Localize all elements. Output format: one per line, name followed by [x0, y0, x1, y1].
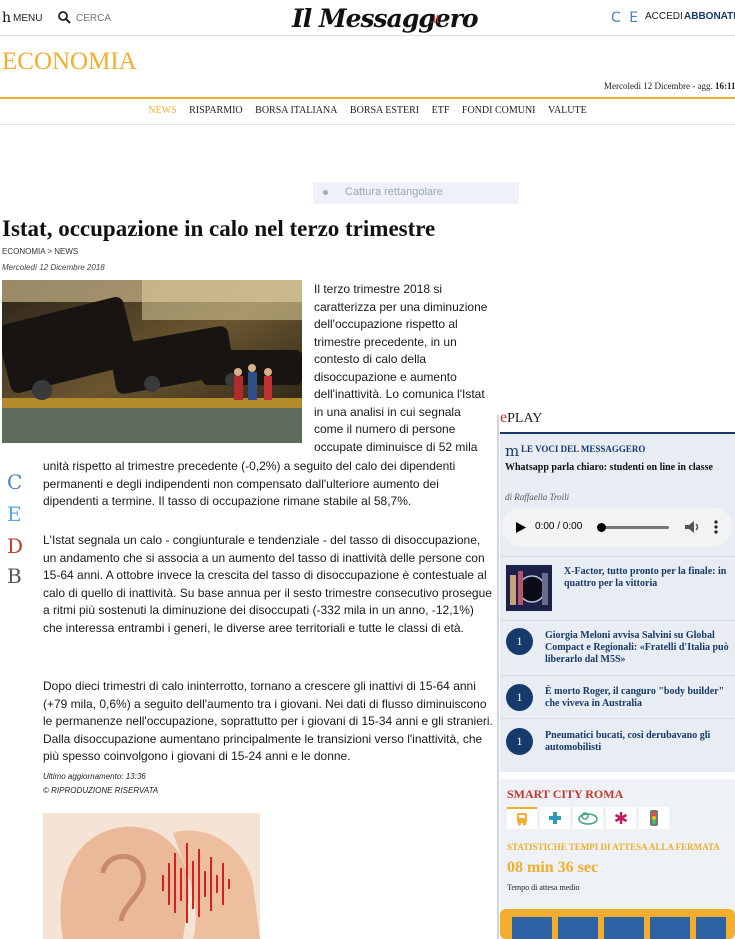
news-badge: 1 — [506, 728, 533, 755]
sidebar-divider — [497, 415, 499, 939]
play-icon[interactable] — [516, 522, 526, 533]
news-thumbnail-xfactor[interactable] — [506, 565, 552, 611]
volume-icon[interactable] — [684, 520, 700, 534]
news-separator — [500, 718, 735, 719]
section-rule — [0, 97, 735, 99]
news-separator — [500, 556, 735, 557]
audio-progress-handle[interactable] — [597, 523, 606, 532]
voci-icon: m — [505, 442, 520, 460]
bus-illustration — [500, 905, 735, 939]
news-item-text[interactable]: Pneumatici bucati, così derubavano gli a… — [545, 730, 732, 754]
news-badge: 1 — [506, 628, 533, 655]
news-separator — [500, 620, 735, 621]
article-date: Mercoledì 12 Dicembre 2018 — [2, 263, 105, 272]
eplay-label: PLAY — [507, 411, 543, 426]
voci-panel: m LE VOCI DEL MESSAGGERO Whatsapp parla … — [500, 432, 735, 772]
eplay-header[interactable]: ePLAY — [500, 409, 542, 427]
breadcrumb[interactable]: ECONOMIA > NEWS — [2, 247, 78, 256]
audio-time: 0:00 / 0:00 — [535, 521, 583, 532]
article-title: Istat, occupazione in calo nel terzo tri… — [2, 216, 436, 241]
site-logo-suffix: .it — [430, 12, 440, 26]
login-link[interactable]: ACCEDI — [645, 11, 683, 22]
news-separator — [500, 675, 735, 676]
article-paragraph-3: Dopo dieci trimestri di calo ininterrott… — [43, 679, 493, 763]
menu-icon[interactable]: h — [2, 10, 11, 26]
voci-headline[interactable]: Whatsapp parla chiaro: studenti on line … — [505, 462, 730, 474]
news-badge: 1 — [506, 684, 533, 711]
co2-icon[interactable] — [573, 807, 603, 829]
subscribe-link[interactable]: ABBONATI — [684, 11, 735, 22]
copyright: © RIPRODUZIONE RISERVATA — [43, 786, 159, 795]
news-item-text[interactable]: Giorgia Meloni avvisa Salvini su Global … — [545, 630, 732, 666]
nav-item-borsa-italiana[interactable]: BORSA ITALIANA — [255, 105, 337, 116]
article-photo-factory[interactable] — [2, 280, 302, 443]
article-paragraph-1-bottom: unità rispetto al trimestre precedente (… — [43, 459, 456, 508]
wait-time: 08 min 36 sec — [507, 859, 599, 876]
site-logo[interactable]: Il Messaggero — [292, 4, 479, 33]
nav-item-etf[interactable]: ETF — [432, 105, 450, 116]
smart-city-tabs — [507, 807, 672, 829]
traffic-light-icon[interactable] — [639, 807, 669, 829]
article-paragraph-1-top: Il terzo trimestre 2018 si caratterizza … — [314, 282, 488, 454]
smart-city-panel: SMART CITY ROMA STATISTICHE TEMPI DI ATT… — [500, 779, 735, 939]
stats-label: STATISTICHE TEMPI DI ATTESA ALLA FERMATA — [507, 842, 720, 852]
article-photo-hearing[interactable] — [43, 813, 260, 939]
nav-item-risparmio[interactable]: RISPARMIO — [189, 105, 243, 116]
search-button[interactable]: CERCA — [76, 13, 111, 24]
date-text: Mercoledì 12 Dicembre - agg. — [604, 81, 713, 91]
nav-item-news[interactable]: NEWS — [148, 105, 176, 116]
share-icon-email[interactable]: B — [7, 564, 22, 588]
share-icon-pinterest[interactable]: D — [7, 534, 23, 558]
capture-label: Cattura rettangolare — [345, 186, 443, 198]
xfactor-thumbnail — [506, 565, 552, 611]
factory-illustration — [2, 280, 302, 443]
share-icon-facebook[interactable]: C — [7, 470, 22, 494]
menu-button[interactable]: MENU — [13, 13, 42, 24]
section-nav: NEWS RISPARMIO BORSA ITALIANA BORSA ESTE… — [0, 105, 735, 116]
hearing-illustration — [43, 813, 260, 939]
capture-dot-icon — [323, 190, 328, 195]
social-icons[interactable]: C E — [611, 10, 640, 26]
nav-item-valute[interactable]: VALUTE — [548, 105, 587, 116]
news-item-text[interactable]: È morto Roger, il canguro "body builder"… — [545, 686, 732, 710]
wait-caption: Tempo di attesa medio — [507, 883, 580, 892]
audio-player[interactable]: 0:00 / 0:00 — [502, 507, 732, 547]
article-paragraph-2: L'Istat segnala un calo - congiunturale … — [43, 533, 492, 635]
health-cross-icon[interactable] — [540, 807, 570, 829]
nav-item-fondi-comuni[interactable]: FONDI COMUNI — [462, 105, 536, 116]
capture-overlay[interactable]: Cattura rettangolare — [313, 182, 519, 204]
bus-icon[interactable] — [507, 807, 537, 829]
audio-progress-track[interactable] — [599, 526, 669, 529]
search-icon[interactable] — [58, 11, 71, 24]
voci-title[interactable]: LE VOCI DEL MESSAGGERO — [521, 444, 645, 454]
voci-author: di Raffaella Troili — [505, 492, 570, 502]
news-item-text[interactable]: X-Factor, tutto pronto per la finale: in… — [564, 566, 732, 590]
more-options-icon[interactable] — [714, 520, 718, 534]
nav-item-borsa-esteri[interactable]: BORSA ESTERI — [350, 105, 419, 116]
smart-city-title[interactable]: SMART CITY ROMA — [507, 787, 623, 802]
header-date: Mercoledì 12 Dicembre - agg. 16:11 — [604, 81, 735, 91]
section-title[interactable]: ECONOMIA — [2, 48, 137, 76]
last-update: Ultimo aggiornamento: 13:36 — [43, 772, 146, 781]
update-time: 16:11 — [714, 81, 735, 91]
nav-rule — [0, 124, 735, 125]
share-icon-twitter[interactable]: E — [7, 502, 22, 526]
asterisk-icon[interactable] — [606, 807, 636, 829]
